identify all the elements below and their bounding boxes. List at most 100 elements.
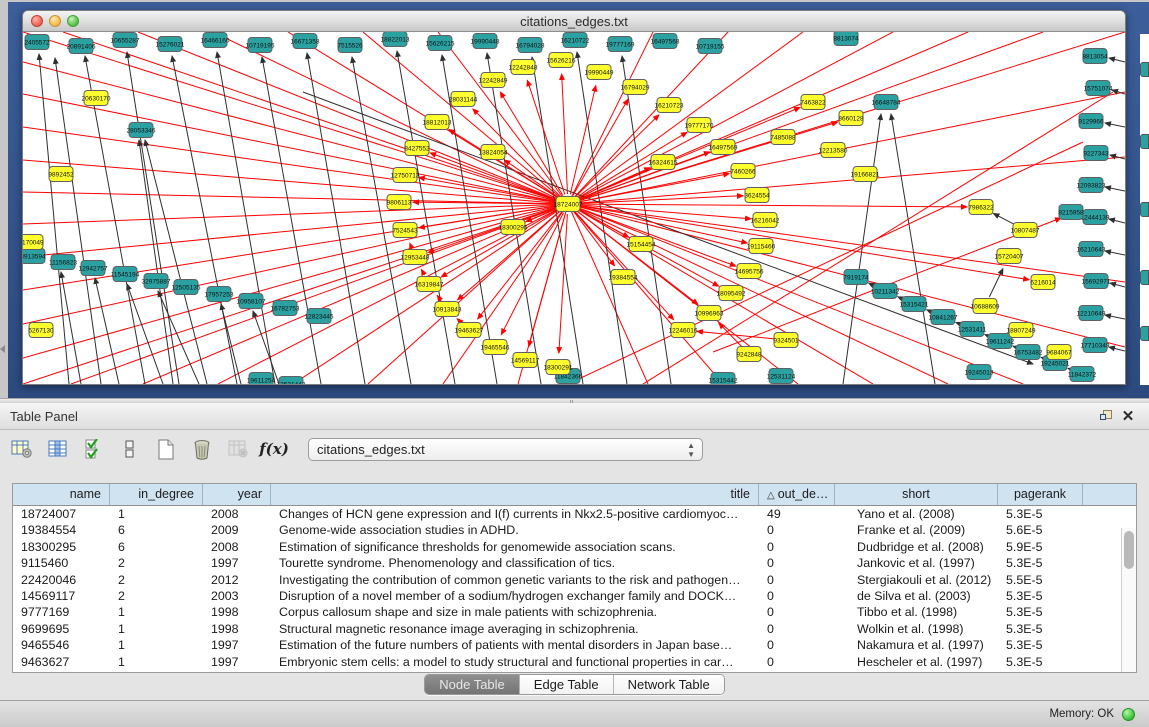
graph-node[interactable]: 10655287 — [111, 33, 140, 48]
graph-node[interactable]: 5267130 — [28, 323, 54, 338]
graph-node[interactable]: 14569117 — [511, 353, 540, 368]
graph-node[interactable]: 7460266 — [730, 164, 756, 179]
table-settings-icon[interactable] — [10, 437, 34, 461]
graph-node[interactable]: 18812013 — [423, 115, 452, 130]
table-row[interactable]: 946554611997Estimation of the future num… — [13, 637, 1136, 653]
graph-node[interactable]: 19166821 — [851, 167, 880, 182]
table-source-select[interactable]: citations_edges.txt ▲▼ — [308, 438, 703, 461]
column-header-title[interactable]: title — [271, 484, 759, 505]
graph-node[interactable]: 12093823 — [1077, 178, 1106, 193]
graph-edge[interactable] — [23, 192, 568, 204]
graph-node[interactable]: 20630170 — [82, 91, 111, 106]
graph-edge[interactable] — [410, 243, 412, 247]
graph-edge[interactable] — [989, 269, 1003, 297]
graph-node[interactable]: 12444139 — [1081, 210, 1110, 225]
graph-edge[interactable] — [1109, 219, 1125, 223]
graph-node[interactable]: 12953448 — [401, 250, 430, 265]
graph-node[interactable]: 16794029 — [621, 80, 650, 95]
graph-node[interactable]: 9684067 — [1046, 345, 1072, 360]
graph-node[interactable]: 12531124 — [767, 369, 796, 384]
graph-node[interactable]: 11842372 — [1068, 367, 1097, 382]
graph-edge[interactable] — [23, 32, 568, 204]
graph-node[interactable]: 12942757 — [79, 261, 108, 276]
graph-node[interactable]: 16210723 — [655, 98, 684, 113]
graph-node[interactable]: 12531411 — [958, 322, 987, 337]
graph-node[interactable]: 7524543 — [392, 223, 418, 238]
float-panel-button[interactable] — [1095, 407, 1117, 425]
graph-edge[interactable] — [1105, 187, 1125, 191]
graph-node[interactable]: 15692971 — [1082, 274, 1111, 289]
graph-edge[interactable] — [71, 204, 568, 384]
graph-node[interactable]: 9242848 — [736, 347, 762, 362]
graph-node[interactable]: 16671358 — [291, 34, 320, 49]
tab-node-table[interactable]: Node Table — [425, 675, 520, 694]
graph-edge[interactable] — [23, 204, 568, 358]
graph-node[interactable]: 10841267 — [929, 310, 958, 325]
table-row[interactable]: 1830029562008Estimation of significance … — [13, 539, 1136, 555]
graph-edge[interactable] — [891, 114, 935, 384]
column-visibility-icon[interactable] — [46, 437, 70, 461]
zoom-window-button[interactable] — [67, 15, 79, 27]
graph-node[interactable]: 10719155 — [696, 39, 725, 54]
graph-node[interactable]: 12213580 — [819, 143, 848, 158]
function-builder-icon[interactable]: f(x) — [262, 437, 286, 461]
collapse-panel-arrow-icon[interactable] — [0, 345, 5, 353]
graph-node[interactable]: 10807487 — [1011, 223, 1040, 238]
close-window-button[interactable] — [31, 15, 43, 27]
graph-node[interactable]: 2405572 — [24, 35, 50, 50]
graph-node[interactable]: 17710349 — [1081, 338, 1110, 353]
graph-node[interactable]: 15315442 — [709, 373, 738, 385]
column-header-in_degree[interactable]: in_degree — [110, 484, 203, 505]
table-row[interactable]: 911546021997Tourette syndrome. Phenomeno… — [13, 555, 1136, 571]
graph-node[interactable]: 8215958 — [1058, 205, 1084, 220]
network-window-titlebar[interactable]: citations_edges.txt — [23, 11, 1125, 32]
graph-node[interactable]: 16324615 — [649, 155, 678, 170]
graph-node[interactable]: 3624554 — [744, 188, 770, 203]
graph-node[interactable]: 19245013 — [965, 365, 994, 380]
graph-node[interactable]: 16216042 — [751, 213, 780, 228]
graph-edge[interactable] — [1105, 123, 1125, 127]
graph-node[interactable]: 19384554 — [609, 270, 638, 285]
graph-node[interactable]: 11156823 — [49, 255, 77, 270]
graph-node[interactable]: 8813054 — [1082, 49, 1108, 64]
graph-edge[interactable] — [1105, 251, 1125, 255]
graph-edge[interactable] — [139, 140, 173, 384]
graph-edge[interactable] — [262, 57, 321, 384]
graph-node[interactable]: 7919174 — [843, 270, 869, 285]
vertical-scrollbar[interactable] — [1121, 528, 1136, 672]
graph-node[interactable]: 17957253 — [205, 287, 234, 302]
graph-node[interactable]: 9129966 — [1078, 114, 1104, 129]
column-header-out_de[interactable]: △out_de… — [759, 484, 835, 505]
delete-table-icon[interactable] — [190, 437, 214, 461]
column-header-name[interactable]: name — [13, 484, 110, 505]
memory-status-indicator[interactable] — [1122, 708, 1135, 721]
graph-node[interactable]: 7485088 — [770, 130, 796, 145]
graph-node[interactable]: 20891406 — [67, 39, 96, 54]
graph-node[interactable]: 12531442 — [277, 377, 306, 385]
table-row[interactable]: 1872400712008Changes of HCN gene express… — [13, 506, 1136, 522]
graph-node[interactable]: 15720407 — [995, 249, 1024, 264]
graph-node[interactable]: 8660128 — [838, 111, 864, 126]
graph-node[interactable]: 19463627 — [455, 323, 484, 338]
graph-node[interactable]: 14695756 — [735, 264, 764, 279]
graph-edge[interactable] — [500, 92, 563, 195]
table-row[interactable]: 969969511998Structural magnetic resonanc… — [13, 621, 1136, 637]
graph-node[interactable]: 18724007 — [554, 197, 583, 212]
graph-node[interactable]: 10913843 — [433, 302, 462, 317]
graph-node[interactable]: 13824054 — [479, 145, 508, 160]
graph-edge[interactable] — [127, 52, 179, 384]
graph-node[interactable]: 28031144 — [449, 92, 478, 107]
graph-node[interactable]: 12750713 — [391, 168, 420, 183]
graph-node[interactable]: 19115460 — [747, 239, 776, 254]
graph-node[interactable]: 7463822 — [800, 95, 826, 110]
graph-edge[interactable] — [1109, 58, 1125, 62]
graph-edge[interactable] — [577, 52, 627, 384]
table-row[interactable]: 2242004622012Investigating the contribut… — [13, 572, 1136, 588]
graph-node[interactable]: 19990448 — [471, 34, 500, 49]
graph-node[interactable]: 16210643 — [1077, 242, 1106, 257]
graph-node[interactable]: 15751074 — [1084, 81, 1113, 96]
graph-node[interactable]: 19777169 — [606, 37, 635, 52]
minimize-window-button[interactable] — [49, 15, 61, 27]
graph-edge[interactable] — [1110, 283, 1125, 287]
graph-edge[interactable] — [217, 52, 275, 384]
